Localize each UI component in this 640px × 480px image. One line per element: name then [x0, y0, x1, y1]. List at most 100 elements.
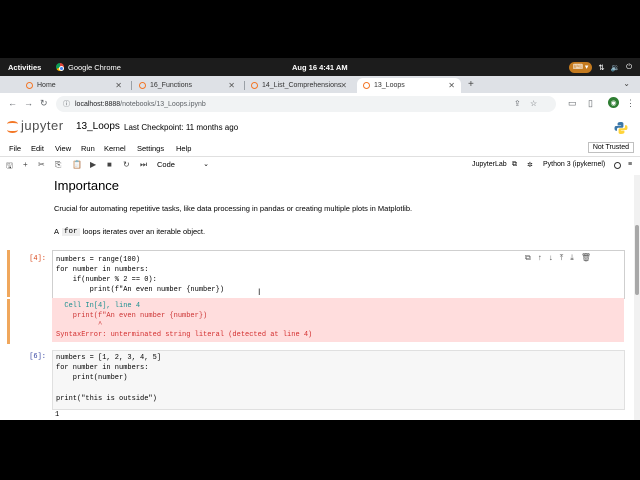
- code-line: print(number): [56, 374, 128, 382]
- power-icon: ⏻: [626, 62, 632, 71]
- paste-icon[interactable]: 📋: [72, 160, 82, 169]
- last-checkpoint: Last Checkpoint: 11 months ago: [124, 123, 239, 132]
- move-down-arrow-icon[interactable]: ↓: [549, 253, 553, 263]
- active-cell-marker: [7, 250, 10, 297]
- cell-type-select[interactable]: Code ⌄: [157, 160, 209, 171]
- menu-view[interactable]: View: [55, 144, 71, 153]
- error-caret: ^: [56, 321, 103, 329]
- python-logo-icon: [614, 122, 628, 134]
- profile-avatar[interactable]: ◉: [608, 97, 619, 108]
- code-line: for number in numbers:: [56, 364, 149, 372]
- jupyter-logo-icon: [7, 119, 18, 133]
- tab-label: 16_Functions: [150, 82, 193, 89]
- insert-below-icon[interactable]: ⤓: [570, 253, 574, 263]
- tab-14-list-comprehensions[interactable]: 14_List_Comprehensions ✕: [245, 78, 353, 93]
- restart-icon[interactable]: ↻: [123, 160, 130, 169]
- save-icon[interactable]: 🖫: [6, 160, 13, 174]
- app-name: Google Chrome: [68, 62, 121, 72]
- notebook-toolbar: 🖫 + ✂ ⎘ 📋 ▶ ■ ↻ ⏭ Code ⌄ JupyterLab ⧉ ✲ …: [0, 157, 640, 176]
- menu-kernel[interactable]: Kernel: [104, 144, 126, 153]
- insert-above-icon[interactable]: ⤒: [560, 253, 564, 263]
- tab-divider: [131, 81, 132, 90]
- error-output: Cell In[4], line 4 print(f"An even numbe…: [52, 298, 624, 342]
- forward-arrow-icon[interactable]: →: [24, 98, 33, 108]
- share-icon[interactable]: ⇪: [514, 99, 521, 108]
- debugger-bug-icon[interactable]: ✲: [527, 161, 533, 169]
- cell-toolbar: ⧉ ↑ ↓ ⤒ ⤓ 🗑: [525, 253, 591, 263]
- error-message: SyntaxError: unterminated string literal…: [56, 331, 313, 339]
- cut-icon[interactable]: ✂: [38, 160, 45, 169]
- system-tray[interactable]: ⌨ ▾ ⇅ 🔉 ⏻: [568, 61, 632, 73]
- tab-search-chevron-icon[interactable]: ⌄: [623, 79, 630, 88]
- extensions-icon[interactable]: ▯: [588, 98, 593, 109]
- menu-settings[interactable]: Settings: [137, 144, 164, 153]
- code-line: for number in numbers:: [56, 266, 149, 274]
- external-link-icon[interactable]: ⧉: [512, 161, 517, 169]
- notebook-scrollbar[interactable]: [634, 175, 640, 420]
- code-cell-editor[interactable]: numbers = [1, 2, 3, 4, 5] for number in …: [52, 350, 625, 410]
- cell-prompt: [6]:: [29, 353, 46, 361]
- output-collapse-bar[interactable]: [7, 299, 10, 344]
- tab-13-loops[interactable]: 13_Loops ✕: [357, 78, 461, 93]
- scrollbar-thumb[interactable]: [635, 225, 639, 295]
- copy-icon[interactable]: ⎘: [55, 160, 61, 170]
- jupyter-favicon-icon: [363, 82, 370, 89]
- tab-label: 14_List_Comprehensions: [262, 82, 342, 89]
- markdown-paragraph: Crucial for automating repetitive tasks,…: [54, 204, 413, 213]
- omnibox[interactable]: ⓘ localhost:8888 /notebooks/13_Loops.ipy…: [56, 96, 556, 112]
- jupyter-wordmark: jupyter: [21, 118, 64, 133]
- tab-home[interactable]: Home ✕: [20, 78, 128, 93]
- close-tab-icon[interactable]: ✕: [340, 81, 347, 90]
- menu-edit[interactable]: Edit: [31, 144, 44, 153]
- trusted-indicator[interactable]: Not Trusted: [587, 142, 634, 153]
- reading-list-icon[interactable]: ▭: [568, 98, 577, 109]
- url-host: localhost:8888: [75, 100, 121, 108]
- close-tab-icon[interactable]: ✕: [448, 81, 455, 90]
- app-menu[interactable]: Google Chrome: [56, 63, 121, 72]
- accessibility-indicator[interactable]: ⌨ ▾: [568, 61, 593, 73]
- restart-run-all-icon[interactable]: ⏭: [140, 160, 147, 170]
- kernel-name[interactable]: Python 3 (ipykernel): [543, 161, 605, 168]
- menu-run[interactable]: Run: [81, 144, 95, 153]
- cell-output: 1: [55, 411, 60, 419]
- address-toolbar: ← → ↻ ⓘ localhost:8888 /notebooks/13_Loo…: [0, 93, 640, 116]
- site-info-icon[interactable]: ⓘ: [63, 99, 70, 109]
- clock[interactable]: Aug 16 4:41 AM: [292, 63, 348, 72]
- insert-cell-plus-icon[interactable]: +: [23, 160, 28, 169]
- markdown-heading: Importance: [54, 178, 120, 193]
- open-in-jupyterlab-link[interactable]: JupyterLab: [472, 161, 507, 168]
- tab-label: 13_Loops: [374, 82, 405, 89]
- new-tab-plus-icon[interactable]: +: [468, 79, 474, 90]
- notebook-title[interactable]: 13_Loops: [76, 121, 120, 132]
- bookmark-star-icon[interactable]: ☆: [530, 99, 537, 108]
- menu-help[interactable]: Help: [176, 144, 191, 153]
- close-tab-icon[interactable]: ✕: [115, 81, 122, 90]
- code-cell-editor[interactable]: numbers = range(100) for number in numbe…: [52, 250, 625, 299]
- url-path: /notebooks/13_Loops.ipynb: [120, 100, 206, 108]
- activities-button[interactable]: Activities: [8, 63, 41, 72]
- stop-icon[interactable]: ■: [107, 160, 112, 169]
- text-cursor-icon: I: [258, 287, 261, 297]
- menu-file[interactable]: File: [9, 144, 21, 153]
- menu-bar: File Edit View Run Kernel Settings Help …: [0, 141, 640, 157]
- back-arrow-icon[interactable]: ←: [8, 98, 17, 108]
- error-line: print(f"An even number {number}): [56, 312, 208, 320]
- tab-strip: Home ✕ 16_Functions ✕ 14_List_Comprehens…: [0, 76, 640, 93]
- toolbar-menu-icon[interactable]: ≡: [628, 161, 632, 168]
- close-tab-icon[interactable]: ✕: [228, 81, 235, 90]
- inline-code: for: [62, 227, 80, 236]
- chevron-down-icon: ⌄: [203, 161, 209, 168]
- duplicate-cell-icon[interactable]: ⧉: [525, 253, 531, 263]
- jupyter-header: jupyter 13_Loops Last Checkpoint: 11 mon…: [0, 115, 640, 141]
- jupyter-logo[interactable]: jupyter: [7, 118, 64, 133]
- reload-icon[interactable]: ↻: [40, 98, 48, 109]
- cell-prompt: [4]:: [29, 255, 46, 263]
- chrome-menu-icon[interactable]: ⋮: [626, 98, 635, 109]
- paragraph-text: A: [54, 227, 60, 236]
- tab-16-functions[interactable]: 16_Functions ✕: [133, 78, 241, 93]
- run-icon[interactable]: ▶: [90, 160, 96, 169]
- delete-cell-icon[interactable]: 🗑: [581, 253, 591, 263]
- system-top-bar: Activities Google Chrome Aug 16 4:41 AM …: [0, 58, 640, 76]
- move-up-arrow-icon[interactable]: ↑: [538, 253, 542, 263]
- error-line: Cell In[4], line 4: [56, 302, 141, 310]
